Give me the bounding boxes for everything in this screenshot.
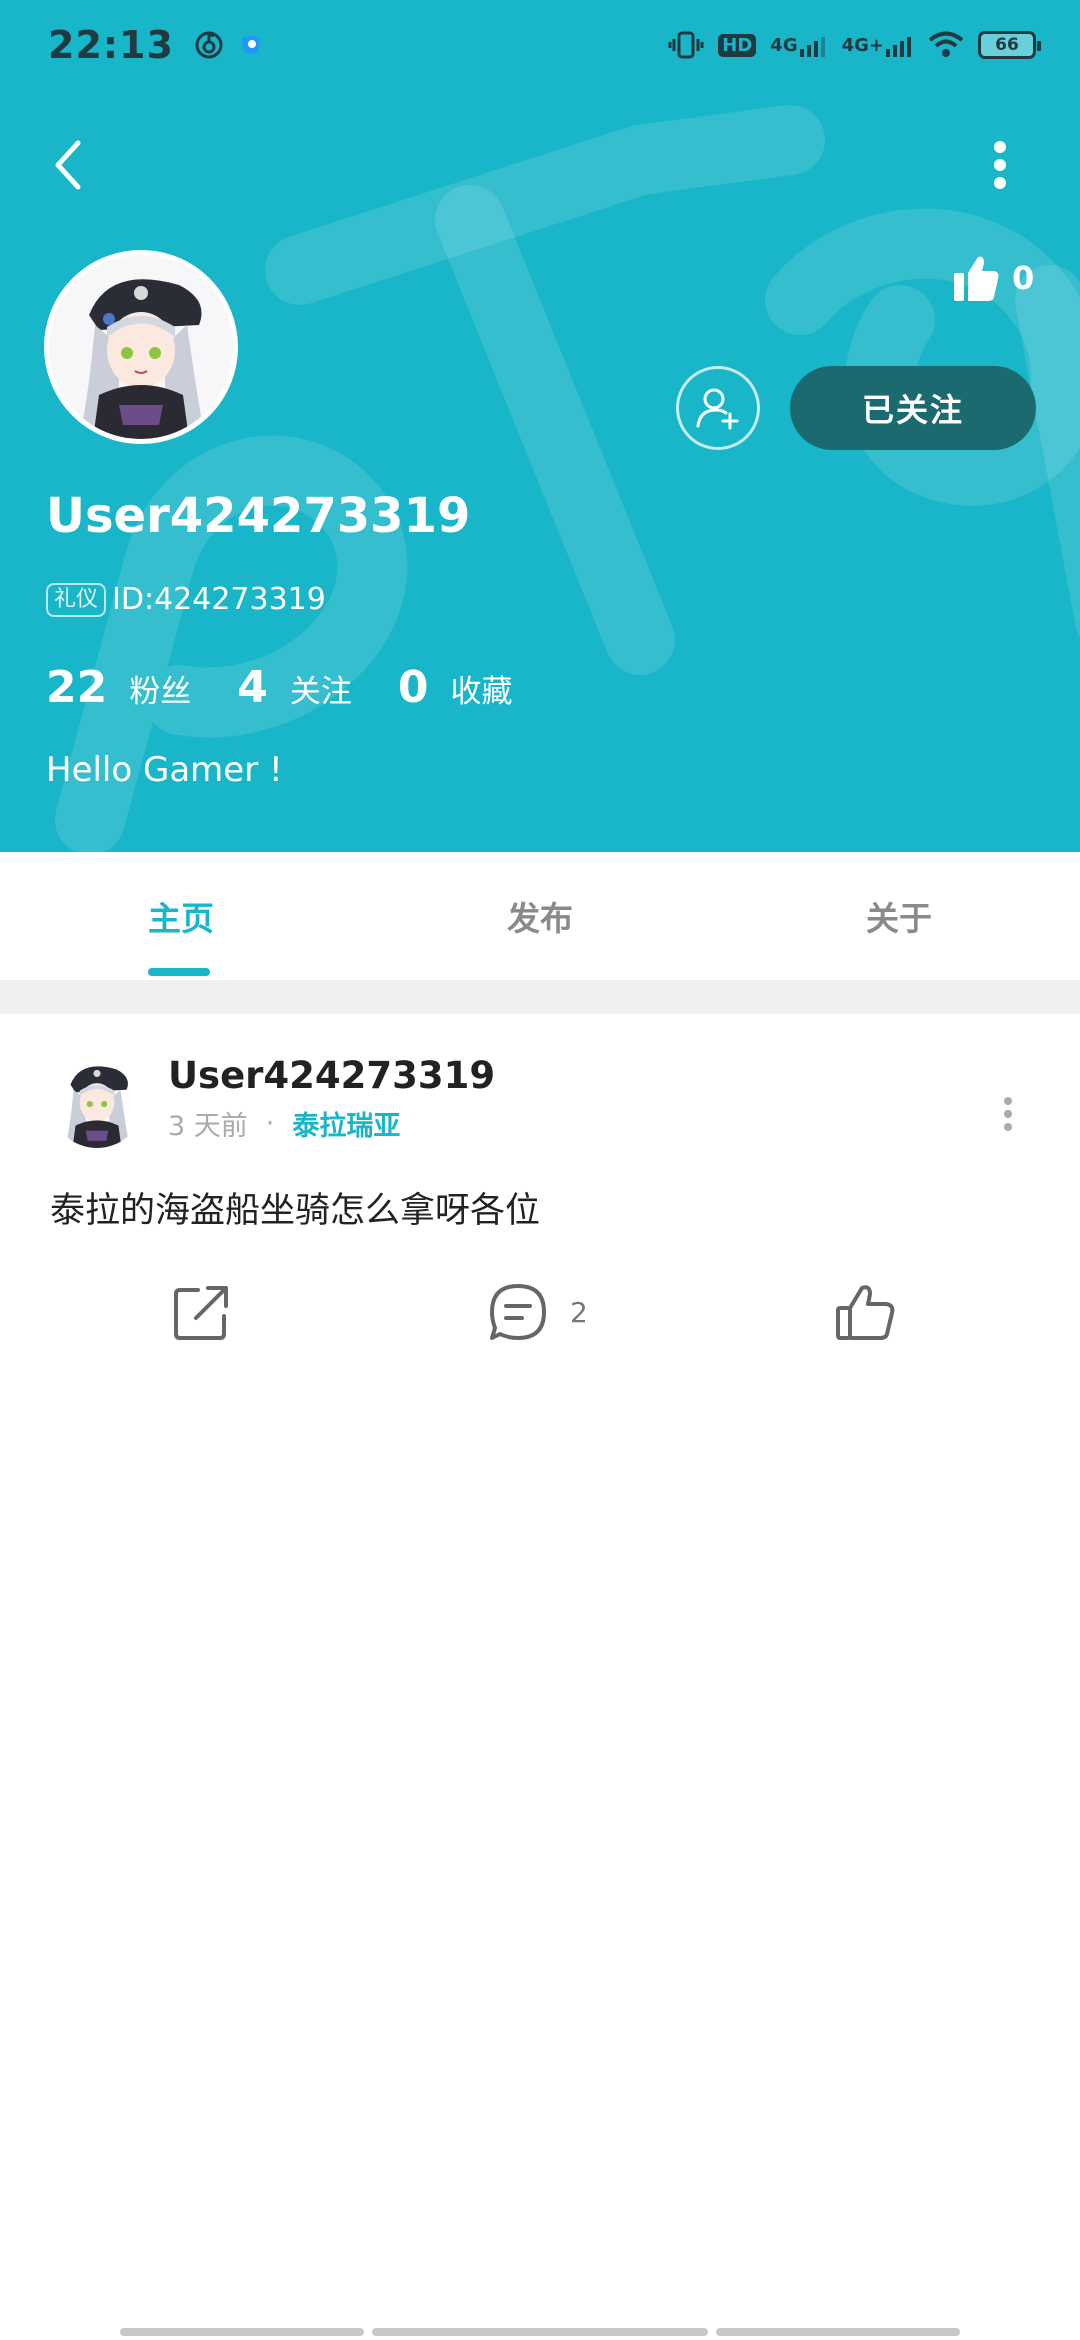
add-friend-button[interactable] xyxy=(676,366,760,450)
stat-favorites[interactable]: 0 收藏 xyxy=(398,662,513,713)
stat-label: 关注 xyxy=(289,674,352,710)
post-author-avatar[interactable] xyxy=(50,1054,144,1148)
post-time: 3 天前 xyxy=(168,1111,248,1142)
post-card[interactable]: User424273319 3 天前 · 泰拉瑞亚 泰拉的海盗船坐骑怎么拿呀各位… xyxy=(0,1014,1080,1354)
stat-number: 22 xyxy=(46,662,108,713)
more-options-button[interactable] xyxy=(975,130,1025,200)
tab-label: 发布 xyxy=(506,899,573,938)
profile-tabs: 主页 发布 关于 xyxy=(0,852,1080,980)
profile-bio: Hello Gamer ! xyxy=(46,750,283,790)
netease-music-icon xyxy=(194,30,224,60)
status-bar: 22:13 HD 4G 4G+ 66 xyxy=(0,0,1080,90)
back-arrow-icon xyxy=(55,140,81,190)
post-more-button[interactable] xyxy=(990,1084,1026,1144)
comment-icon xyxy=(490,1284,546,1340)
tab-home[interactable]: 主页 xyxy=(0,852,409,980)
battery-level: 66 xyxy=(995,35,1019,55)
tab-label: 关于 xyxy=(865,899,932,938)
profile-like[interactable]: 0 xyxy=(952,248,1034,308)
post-meta: 3 天前 · 泰拉瑞亚 xyxy=(168,1104,400,1143)
user-id: ID:424273319 xyxy=(112,582,326,617)
thumbs-up-filled-icon xyxy=(954,256,999,301)
anime-character-avatar-image xyxy=(49,255,233,439)
stat-label: 收藏 xyxy=(450,674,513,710)
anime-character-avatar-image xyxy=(50,1054,144,1148)
vibrate-icon xyxy=(668,30,704,60)
vertical-dots-icon xyxy=(994,141,1006,189)
stat-number: 4 xyxy=(237,662,268,713)
share-icon xyxy=(174,1286,228,1340)
meta-separator: · xyxy=(265,1108,275,1139)
gesture-bar-segment xyxy=(372,2328,708,2336)
tab-about[interactable]: 关于 xyxy=(671,852,1080,980)
active-tab-indicator xyxy=(148,968,210,976)
stat-number: 0 xyxy=(397,662,429,713)
profile-stats: 22 粉丝 4 关注 0 收藏 xyxy=(46,662,558,713)
profile-header: 22:13 HD 4G 4G+ 66 0 已关注 User424273319 礼… xyxy=(0,0,1080,852)
user-id-row: 礼仪 ID:424273319 xyxy=(46,582,326,617)
add-user-icon xyxy=(696,388,739,430)
signal-4g-plus-icon: 4G+ xyxy=(842,31,914,59)
thumbs-up-outline-icon xyxy=(836,1285,895,1340)
tab-label: 主页 xyxy=(148,899,214,938)
hd-icon: HD xyxy=(718,33,757,57)
comment-button[interactable]: 2 xyxy=(486,1264,588,1360)
app-notification-icon xyxy=(238,32,264,58)
hd-label: HD xyxy=(718,33,757,57)
status-time: 22:13 xyxy=(48,23,174,67)
like-count: 0 xyxy=(1012,259,1035,297)
tab-posts[interactable]: 发布 xyxy=(409,852,670,980)
like-post-button[interactable] xyxy=(834,1264,898,1360)
post-content[interactable]: 泰拉的海盗船坐骑怎么拿呀各位 xyxy=(50,1182,540,1233)
gesture-bar-segment xyxy=(120,2328,364,2336)
following-button[interactable]: 已关注 xyxy=(790,366,1036,450)
signal-4g-icon: 4G xyxy=(770,31,827,59)
stat-followers[interactable]: 22 粉丝 xyxy=(46,662,191,713)
etiquette-badge[interactable]: 礼仪 xyxy=(46,582,107,617)
share-button[interactable] xyxy=(170,1264,234,1360)
network-label-1: 4G xyxy=(770,34,798,56)
profile-username: User424273319 xyxy=(46,488,471,544)
section-divider xyxy=(0,980,1080,1014)
post-topic-link[interactable]: 泰拉瑞亚 xyxy=(292,1104,400,1143)
wifi-icon xyxy=(928,31,964,59)
battery-icon: 66 xyxy=(978,31,1041,59)
stat-following[interactable]: 4 关注 xyxy=(237,662,352,713)
stat-label: 粉丝 xyxy=(129,674,192,710)
post-author-name[interactable]: User424273319 xyxy=(168,1054,495,1097)
post-actions: 2 xyxy=(0,1264,1080,1360)
comment-count: 2 xyxy=(570,1295,588,1329)
gesture-bar-segment xyxy=(716,2328,960,2336)
back-button[interactable] xyxy=(40,130,96,200)
network-label-2: 4G+ xyxy=(841,34,884,56)
vertical-dots-icon xyxy=(1004,1097,1012,1131)
user-avatar[interactable] xyxy=(44,250,238,444)
